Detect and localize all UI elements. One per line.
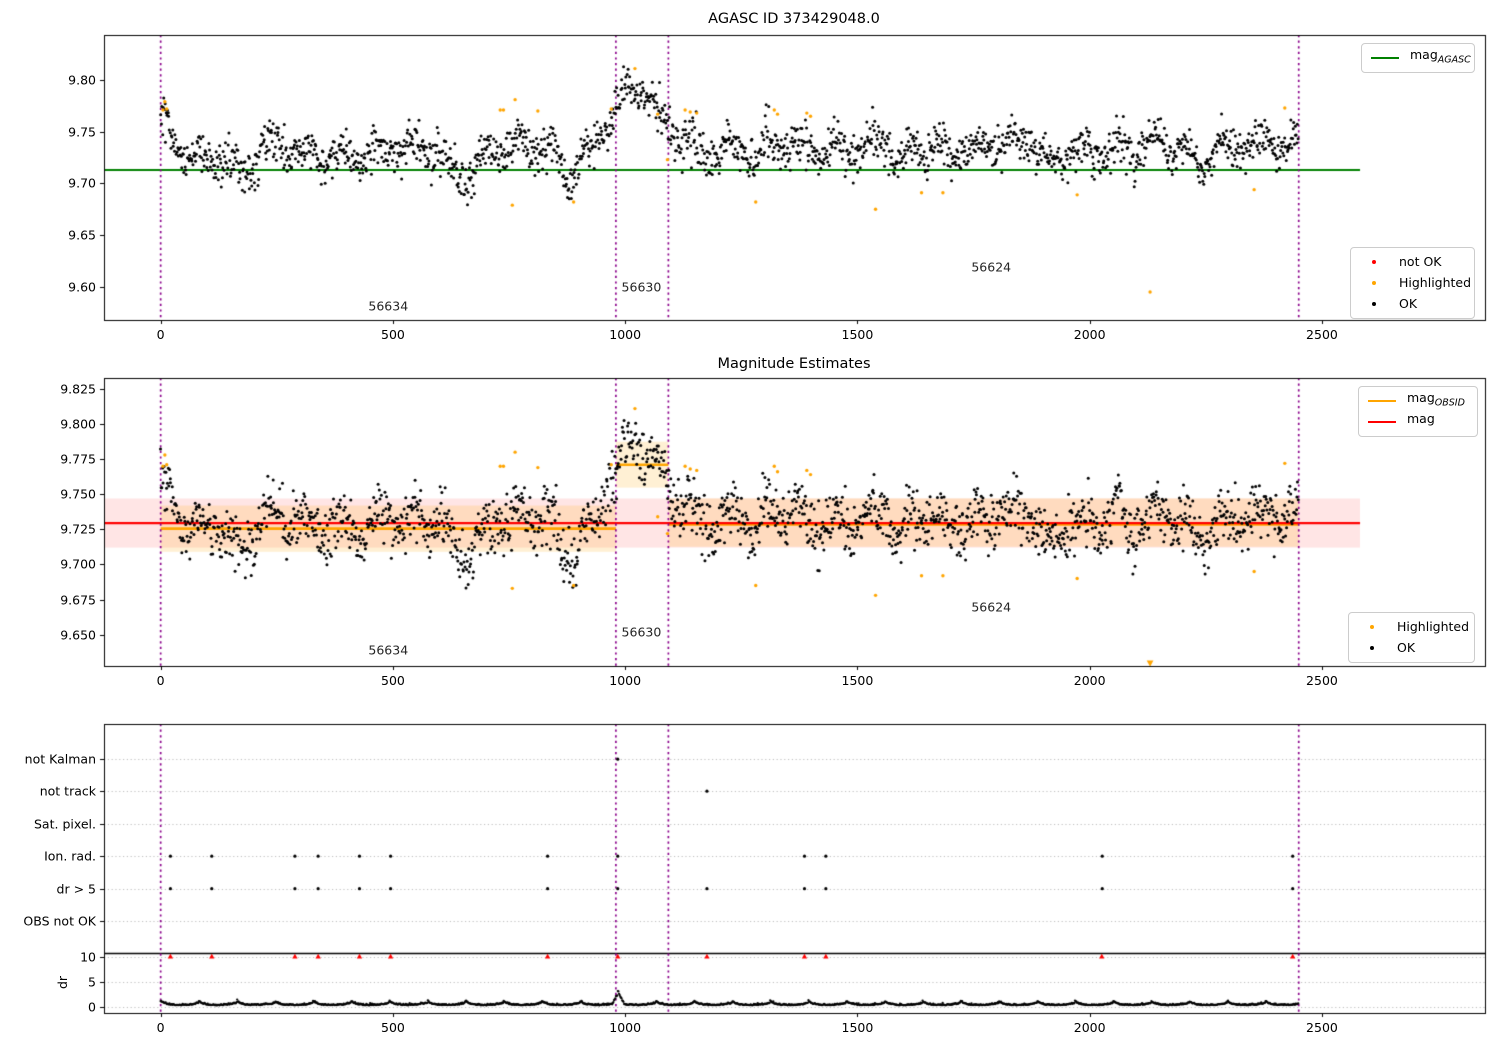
- legend-entry-highlighted: Highlighted: [1358, 617, 1469, 637]
- x-tick-label: 1000: [609, 673, 642, 688]
- not-ok-dot-swatch: [1371, 259, 1377, 265]
- legend-label: Highlighted: [1399, 275, 1472, 290]
- x-tick-label: 2500: [1306, 673, 1338, 688]
- top-plot-title: AGASC ID 373429048.0: [708, 11, 880, 27]
- x-tick-label: 1500: [841, 327, 874, 342]
- flag-category-label: not track: [39, 783, 96, 799]
- y-tick-label: 9.60: [68, 279, 96, 295]
- y-tick-label: 9.750: [60, 486, 96, 502]
- legend-point-classes-middle: Highlighted OK: [1348, 612, 1475, 663]
- flag-category-label: OBS not OK: [23, 913, 96, 929]
- legend-label: magOBSID: [1407, 390, 1465, 409]
- mag-line-swatch: [1368, 420, 1396, 424]
- y-tick-label: 9.80: [68, 72, 96, 88]
- y-tick-label: 0: [88, 999, 96, 1015]
- y-tick-label: 9.775: [60, 451, 96, 467]
- flag-category-label: Sat. pixel.: [34, 816, 96, 832]
- y-tick-label: 9.675: [60, 592, 96, 608]
- x-tick-label: 500: [380, 1020, 405, 1035]
- highlighted-dot-swatch: [1371, 280, 1377, 286]
- obsid-label: 56634: [368, 298, 409, 314]
- legend-label: not OK: [1399, 254, 1442, 269]
- y-tick-label: 9.800: [60, 416, 96, 432]
- flag-category-label: dr > 5: [56, 881, 96, 897]
- y-tick-label: 9.825: [60, 381, 96, 397]
- y-tick-label: 9.725: [60, 521, 96, 537]
- y-tick-label: 9.70: [68, 175, 96, 191]
- x-tick-label: 500: [380, 327, 405, 342]
- legend-entry-ok: OK: [1358, 638, 1465, 658]
- y-tick-label: 9.65: [68, 227, 96, 243]
- legend-mag-agasc: magAGASC: [1361, 43, 1475, 73]
- x-tick-label: 2000: [1073, 327, 1106, 342]
- x-tick-label: 1500: [841, 1020, 874, 1035]
- y-tick-label: 9.75: [68, 124, 96, 140]
- legend-entry-mag-obsid: magOBSID: [1368, 391, 1468, 411]
- flag-category-label: not Kalman: [24, 751, 96, 767]
- legend-label: mag: [1407, 411, 1435, 427]
- legend-mag-lines: magOBSID mag: [1358, 386, 1478, 437]
- obsid-label: 56630: [621, 624, 662, 640]
- highlighted-dot-swatch: [1369, 624, 1375, 630]
- legend-entry-mag: mag: [1368, 412, 1468, 432]
- legend-entry-highlighted: Highlighted: [1360, 273, 1471, 293]
- legend-entry-ok: OK: [1360, 294, 1465, 314]
- x-tick-label: 500: [380, 673, 405, 688]
- legend-label: magAGASC: [1410, 47, 1471, 66]
- x-tick-label: 1000: [609, 1020, 642, 1035]
- flag-category-label: Ion. rad.: [44, 848, 96, 864]
- y-tick-label: 10: [80, 949, 96, 965]
- x-tick-label: 2000: [1073, 1020, 1106, 1035]
- legend-entry-not-ok: not OK: [1360, 252, 1465, 272]
- legend-point-classes: not OK Highlighted OK: [1350, 247, 1475, 319]
- obsid-label: 56624: [971, 259, 1012, 275]
- legend-label: OK: [1397, 640, 1416, 655]
- mag-obsid-line-swatch: [1368, 399, 1396, 403]
- middle-plot-title: Magnitude Estimates: [717, 356, 871, 372]
- obsid-label: 56630: [621, 279, 662, 295]
- x-tick-label: 0: [156, 673, 165, 688]
- y-tick-label: 9.700: [60, 556, 96, 572]
- x-tick-label: 1500: [841, 673, 874, 688]
- ok-dot-swatch: [1369, 645, 1375, 651]
- dr-axis-label: dr: [55, 975, 71, 990]
- x-tick-label: 2500: [1306, 1020, 1338, 1035]
- chart-canvas: [0, 0, 1500, 1050]
- obsid-label: 56634: [368, 642, 409, 658]
- x-tick-label: 0: [156, 1020, 165, 1035]
- obsid-label: 56624: [971, 599, 1012, 615]
- y-tick-label: 5: [88, 974, 96, 990]
- legend-label: Highlighted: [1397, 619, 1470, 634]
- x-tick-label: 0: [156, 327, 165, 342]
- ok-dot-swatch: [1371, 301, 1377, 307]
- x-tick-label: 2500: [1306, 327, 1338, 342]
- legend-label: OK: [1399, 296, 1418, 311]
- x-tick-label: 1000: [609, 327, 642, 342]
- y-tick-label: 9.650: [60, 627, 96, 643]
- x-tick-label: 2000: [1073, 673, 1106, 688]
- mag-agasc-line-swatch: [1371, 56, 1399, 60]
- legend-entry-mag-agasc: magAGASC: [1371, 48, 1471, 68]
